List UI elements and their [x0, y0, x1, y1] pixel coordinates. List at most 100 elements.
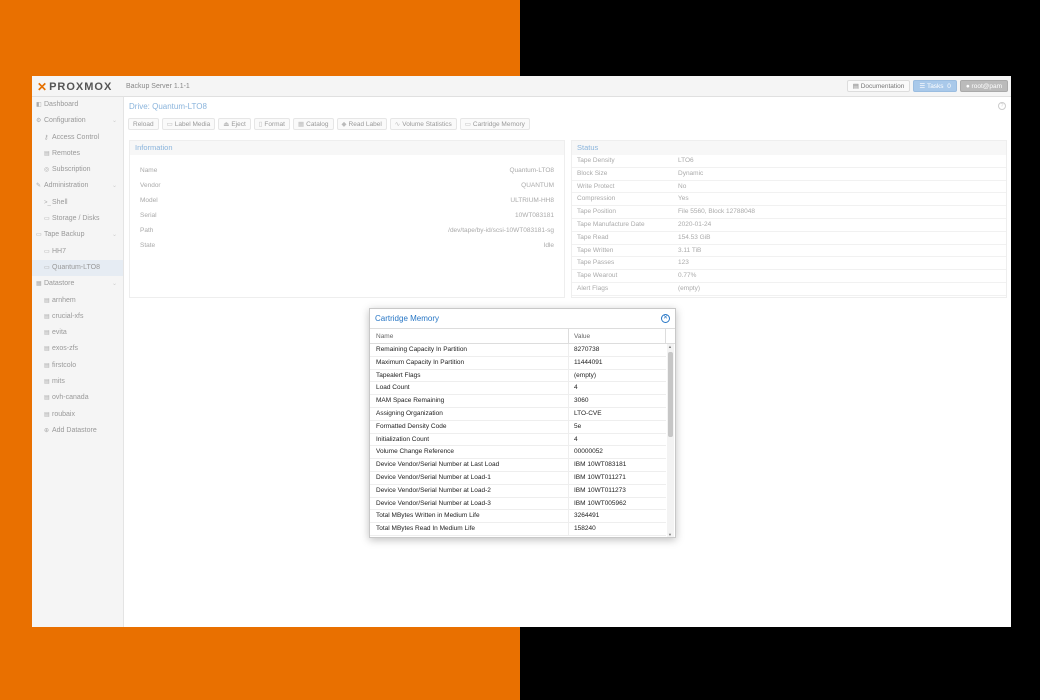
info-value: Idle	[543, 242, 554, 249]
status-value: Yes	[678, 195, 689, 203]
status-row: Tape Position File 5560, Block 12788048	[572, 206, 1006, 219]
status-row: Alert Flags (empty)	[572, 283, 1006, 296]
sidebar-item-label: evita	[52, 329, 67, 337]
tape-icon: ▭	[36, 232, 42, 239]
sidebar-item-label: mits	[52, 378, 65, 386]
status-value: 3.11 TiB	[678, 246, 702, 254]
info-value: 10WT083181	[514, 212, 554, 219]
status-value: 2020-01-24	[678, 220, 712, 228]
table-row[interactable]: MAM Space Remaining 3060	[370, 395, 666, 408]
info-row: Model ULTRIUM-HH8	[130, 193, 564, 208]
sidebar-item-add-datastore[interactable]: ⊕ Add Datastore	[32, 423, 123, 439]
table-row[interactable]: Maximum Capacity In Partition 11444091	[370, 356, 666, 370]
sidebar-item-label: firstcolo	[52, 361, 77, 369]
volume-statistics-button[interactable]: ∿ Volume Statistics	[389, 118, 457, 130]
table-row[interactable]: Tapealert Flags (empty)	[370, 369, 666, 383]
cartridge-memory-dialog: Cartridge Memory ✕ Name Value Remaining …	[369, 308, 676, 538]
cell-value: 3060	[574, 397, 589, 405]
sidebar-item-shell[interactable]: >_Shell	[32, 195, 123, 211]
table-row[interactable]: Volume Change Reference 00000052	[370, 446, 666, 460]
status-key: Tape Passes	[577, 259, 615, 267]
table-row[interactable]: Load Count 4	[370, 382, 666, 396]
table-row[interactable]: Device Vendor/Serial Number at Load-2 IBM…	[370, 484, 666, 498]
table-row[interactable]: Device Vendor/Serial Number at Last Load…	[370, 459, 666, 472]
sidebar-item-mits[interactable]: ▤ mits	[32, 374, 123, 390]
sidebar-item-dashboard[interactable]: ◧ Dashboard	[32, 97, 123, 113]
database-icon: ▤	[44, 313, 50, 320]
help-icon[interactable]: ?	[998, 102, 1006, 110]
label-media-button[interactable]: ▭ Label Media	[161, 118, 216, 130]
chevron-down-icon[interactable]: ⌄	[112, 227, 117, 243]
sidebar: ◧ Dashboard ⚙ Configuration ⌄ ⚷ Access Control…	[32, 97, 124, 627]
tasks-button[interactable]: ☰ Tasks 0	[913, 80, 957, 92]
status-row: Tape Passes 123	[572, 257, 1006, 271]
sidebar-item-label: Remotes	[52, 149, 81, 157]
dashboard-icon: ◧	[36, 102, 42, 108]
catalog-button[interactable]: ▦ Catalog	[292, 118, 334, 130]
cartridge-memory-button[interactable]: ▭ Cartridge Memory	[459, 118, 530, 130]
info-row: Vendor QUANTUM	[130, 178, 564, 193]
sidebar-item-hh7[interactable]: ▭ HH7	[32, 244, 123, 260]
sidebar-item-label: ovh-canada	[52, 394, 89, 402]
sidebar-item-crucial-xfs[interactable]: ▤ crucial-xfs	[32, 309, 123, 325]
status-key: Tape Wearout	[577, 272, 618, 280]
toolbar-button-label: Cartridge Memory	[472, 121, 525, 128]
table-row[interactable]: Device Vendor/Serial Number at Load-3 IBM…	[370, 497, 666, 511]
format-button[interactable]: ▯ Format	[253, 118, 290, 130]
scroll-up-arrow-icon[interactable]: ▲	[668, 344, 672, 349]
sidebar-item-firstcolo[interactable]: ▤ firstcolo	[32, 358, 123, 374]
scroll-down-arrow-icon[interactable]: ▼	[668, 532, 672, 537]
sidebar-item-exos-zfs[interactable]: ▤ exos-zfs	[32, 341, 123, 357]
sidebar-item-label: Dashboard	[44, 101, 79, 108]
sidebar-item-ovh-canada[interactable]: ▤ ovh-canada	[32, 390, 123, 406]
cell-name: Device Vendor/Serial Number at Last Load	[370, 459, 569, 471]
plus-circle-icon: ⊕	[44, 427, 50, 434]
sidebar-item-storage-disks[interactable]: ▭ Storage / Disks	[32, 211, 123, 227]
sidebar-item-tape-backup[interactable]: ▭ Tape Backup ⌄	[32, 227, 123, 243]
sidebar-item-datastore[interactable]: ▦ Datastore ⌄	[32, 276, 123, 292]
table-row[interactable]: Total MBytes Written in Medium Life 32644…	[370, 510, 666, 524]
table-row[interactable]: Device Vendor/Serial Number at Load-1 IBM…	[370, 471, 666, 485]
sidebar-item-access-control[interactable]: ⚷ Access Control	[32, 130, 123, 146]
sidebar-item-label: Storage / Disks	[52, 215, 100, 223]
reload-button[interactable]: Reload	[128, 118, 159, 130]
info-key: Path	[140, 227, 154, 234]
status-row: Block Size Dynamic	[572, 168, 1006, 181]
sidebar-item-configuration[interactable]: ⚙ Configuration ⌄	[32, 113, 123, 129]
cell-value: 4	[574, 435, 578, 443]
chevron-down-icon[interactable]: ⌄	[112, 276, 117, 292]
scrollbar-thumb[interactable]	[668, 352, 673, 437]
user-menu-button[interactable]: ● root@pam	[959, 80, 1008, 92]
chevron-down-icon[interactable]: ⌄	[112, 178, 117, 194]
sidebar-item-subscription[interactable]: ◎ Subscription	[32, 162, 123, 178]
eject-button[interactable]: ⏏ Eject	[218, 118, 251, 130]
sidebar-item-quantum-lto8[interactable]: ▭ Quantum-LTO8	[32, 259, 123, 277]
table-row[interactable]: Remaining Capacity In Partition 8270738	[370, 344, 666, 357]
table-row[interactable]: Assigning Organization LTO-CVE	[370, 407, 666, 421]
sidebar-item-roubaix[interactable]: ▤ roubaix	[32, 407, 123, 423]
read-label-button[interactable]: ◆ Read Label	[336, 118, 387, 130]
status-value: LTO6	[678, 157, 694, 164]
column-header-name[interactable]: Name	[370, 329, 569, 343]
sidebar-item-arnhem[interactable]: ▤ arnhem	[32, 293, 123, 309]
info-value: QUANTUM	[521, 182, 554, 189]
sidebar-item-remotes[interactable]: ▤ Remotes	[32, 146, 123, 162]
status-value: 0.77%	[678, 272, 697, 280]
cell-value: 4	[574, 384, 578, 392]
close-icon[interactable]: ✕	[661, 314, 670, 323]
column-header-value[interactable]: Value	[569, 329, 666, 343]
documentation-button[interactable]: ▤ Documentation	[846, 80, 911, 92]
cell-value: 00000052	[574, 448, 603, 456]
table-row[interactable]: Total MBytes Read In Medium Life 158240	[370, 523, 666, 536]
sidebar-item-evita[interactable]: ▤ evita	[32, 325, 123, 341]
wrench-icon: ✎	[36, 183, 42, 190]
grid-scrollbar[interactable]: ▲ ▼	[667, 344, 674, 537]
sidebar-item-label: Administration	[44, 182, 89, 190]
sidebar-item-administration[interactable]: ✎ Administration ⌄	[32, 178, 123, 194]
list-icon: ☰	[919, 83, 927, 90]
table-row[interactable]: Initialization Count 4	[370, 433, 666, 447]
status-row: Tape Wearout 0.77%	[572, 270, 1006, 283]
chevron-down-icon[interactable]: ⌄	[112, 113, 117, 129]
table-row[interactable]: Formatted Density Code 5e	[370, 420, 666, 434]
sidebar-item-label: exos-zfs	[52, 345, 79, 353]
